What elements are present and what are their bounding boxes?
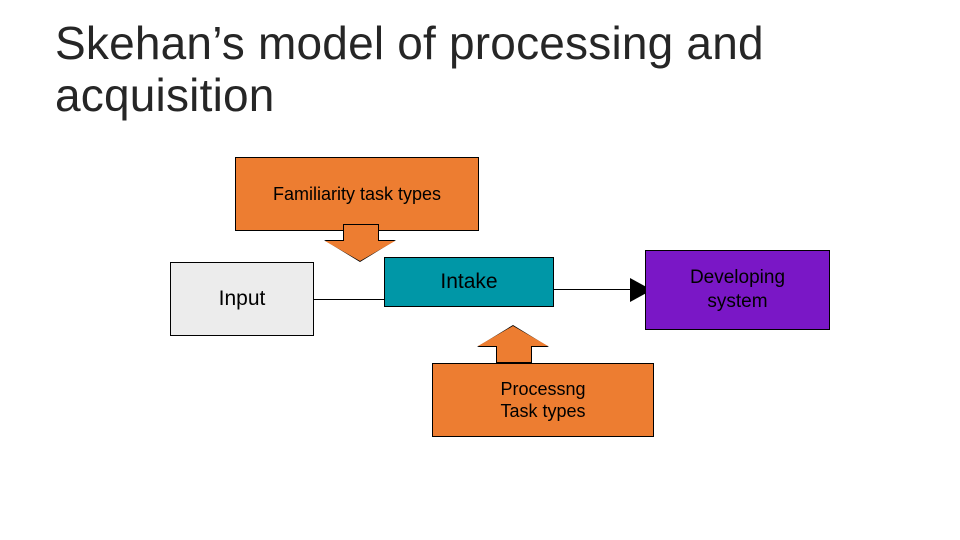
node-input: Input [170, 262, 314, 336]
node-developing-system: Developingsystem [645, 250, 830, 330]
connector-intake-developing [554, 289, 634, 290]
diagram-canvas: Skehan’s model of processing and acquisi… [0, 0, 960, 540]
slide-title: Skehan’s model of processing and acquisi… [55, 18, 875, 121]
connector-input-intake [314, 299, 384, 300]
node-intake: Intake [384, 257, 554, 307]
arrow-up-icon [478, 325, 548, 363]
node-familiarity-task-types: Familiarity task types [235, 157, 479, 231]
node-processng-task-types: ProcessngTask types [432, 363, 654, 437]
